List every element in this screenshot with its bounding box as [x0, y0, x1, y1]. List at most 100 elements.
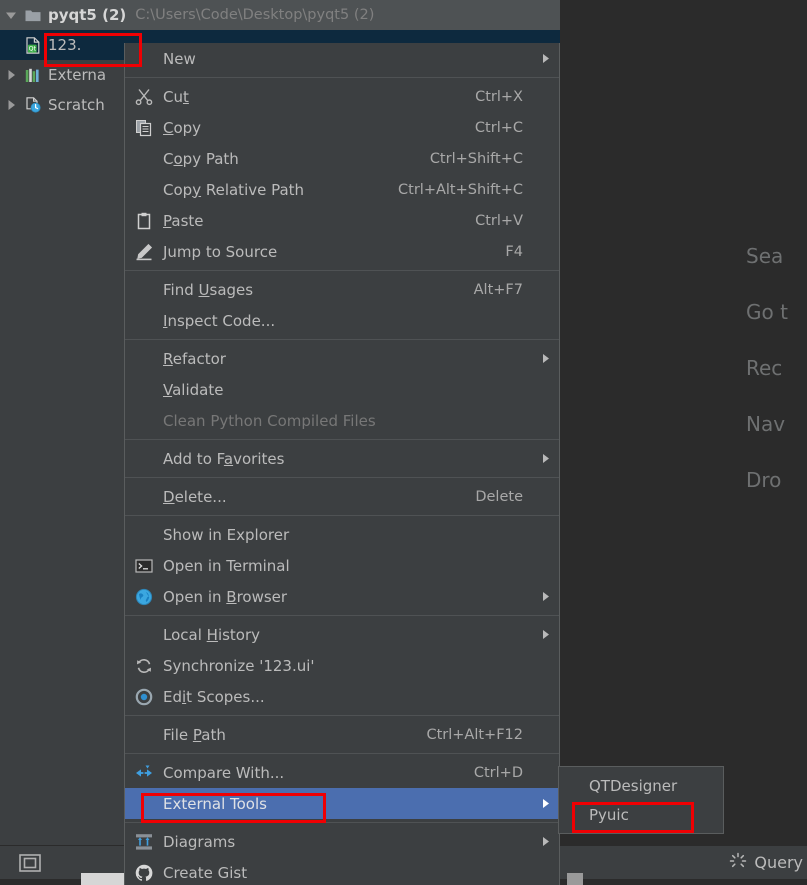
menu-item-new[interactable]: New: [125, 43, 559, 74]
layout-toggle-icon[interactable]: [0, 853, 60, 872]
bottom-tool-tab-secondary[interactable]: [567, 873, 583, 885]
menu-item-label: Diagrams: [163, 832, 236, 851]
menu-item-label: Compare With...: [163, 763, 285, 782]
menu-item-jump-to-source[interactable]: Jump to Source F4: [125, 236, 559, 267]
menu-item-find-usages[interactable]: Find Usages Alt+F7: [125, 274, 559, 305]
menu-item-shortcut: Ctrl+Shift+C: [429, 150, 523, 167]
menu-item-edit-scopes[interactable]: Edit Scopes...: [125, 681, 559, 712]
menu-item-copy-relative-path[interactable]: Copy Relative Path Ctrl+Alt+Shift+C: [125, 174, 559, 205]
tree-twisty-collapsed-icon[interactable]: [0, 99, 22, 111]
menu-item-delete[interactable]: Delete... Delete: [125, 481, 559, 512]
file-context-menu[interactable]: New Cut Ctrl+X Copy Ctrl+C Copy Path Ctrl+Shif…: [124, 43, 560, 885]
menu-item-add-to-favorites[interactable]: Add to Favorites: [125, 443, 559, 474]
menu-item-icon-none: [125, 274, 163, 305]
menu-item-label: Cut: [163, 87, 189, 106]
clipboard-icon: [125, 205, 163, 236]
menu-item-label: Open in Terminal: [163, 556, 290, 575]
menu-item-icon-none: [125, 43, 163, 74]
menu-item-icon-none: [125, 343, 163, 374]
menu-item-external-tools[interactable]: External Tools: [125, 788, 559, 819]
menu-separator: [125, 77, 559, 78]
terminal-icon: [125, 550, 163, 581]
menu-item-label: Open in Browser: [163, 587, 288, 606]
menu-item-show-in-explorer[interactable]: Show in Explorer: [125, 519, 559, 550]
menu-item-icon-none: [125, 174, 163, 205]
chevron-right-icon: [537, 629, 559, 640]
menu-item-icon-none: [125, 305, 163, 336]
menu-item-file-path[interactable]: File Path Ctrl+Alt+F12: [125, 719, 559, 750]
menu-item-diagrams[interactable]: Diagrams: [125, 826, 559, 857]
menu-item-shortcut: Ctrl+C: [474, 119, 523, 136]
menu-item-icon-none: [125, 374, 163, 405]
submenu-item-pyuic[interactable]: Pyuic: [559, 800, 723, 829]
menu-item-label: Clean Python Compiled Files: [163, 411, 376, 430]
tree-twisty-expanded-icon[interactable]: [0, 9, 22, 21]
menu-item-label: Add to Favorites: [163, 449, 285, 468]
chevron-right-icon: [537, 353, 559, 364]
menu-item-local-history[interactable]: Local History: [125, 619, 559, 650]
chevron-right-icon: [537, 453, 559, 464]
menu-item-icon-none: [125, 481, 163, 512]
editor-hint: Go t: [560, 284, 807, 340]
submenu-item-label: QTDesigner: [589, 776, 678, 795]
globe-icon: [125, 581, 163, 612]
menu-separator: [125, 515, 559, 516]
menu-item-label: Create Gist: [163, 863, 248, 882]
svg-text:Qt: Qt: [29, 45, 37, 52]
menu-item-label: Local History: [163, 625, 261, 644]
tree-twisty-collapsed-icon[interactable]: [0, 69, 22, 81]
github-icon: [125, 857, 163, 885]
status-query-indicator[interactable]: Query: [729, 852, 807, 874]
menu-item-shortcut: Ctrl+Alt+Shift+C: [398, 181, 523, 198]
menu-item-cut[interactable]: Cut Ctrl+X: [125, 81, 559, 112]
menu-item-synchronize-123-ui[interactable]: Synchronize '123.ui': [125, 650, 559, 681]
menu-item-paste[interactable]: Paste Ctrl+V: [125, 205, 559, 236]
editor-hint-list: Sea Go t Rec Nav Dro: [560, 228, 807, 508]
menu-item-label: Delete...: [163, 487, 227, 506]
menu-item-shortcut: Ctrl+X: [475, 88, 523, 105]
editor-hint-label: Rec: [746, 356, 783, 380]
menu-item-copy-path[interactable]: Copy Path Ctrl+Shift+C: [125, 143, 559, 174]
editor-hint-label: Go t: [746, 300, 788, 324]
tree-row[interactable]: pyqt5 (2) C:\Users\Code\Desktop\pyqt5 (2): [0, 0, 560, 30]
menu-item-create-gist[interactable]: Create Gist: [125, 857, 559, 885]
menu-item-icon-none: [125, 619, 163, 650]
menu-item-open-in-terminal[interactable]: Open in Terminal: [125, 550, 559, 581]
menu-item-shortcut: Delete: [475, 488, 523, 505]
menu-item-icon-none: [125, 443, 163, 474]
tree-row-label: 123.: [48, 36, 82, 54]
external-tools-submenu[interactable]: QTDesigner Pyuic: [558, 766, 724, 834]
submenu-item-qtdesigner[interactable]: QTDesigner: [559, 771, 723, 800]
menu-item-label: Show in Explorer: [163, 525, 290, 544]
menu-separator: [125, 339, 559, 340]
menu-item-icon-none: [125, 143, 163, 174]
menu-item-inspect-code[interactable]: Inspect Code...: [125, 305, 559, 336]
menu-item-compare-with[interactable]: Compare With... Ctrl+D: [125, 757, 559, 788]
menu-item-validate[interactable]: Validate: [125, 374, 559, 405]
menu-item-shortcut: Ctrl+Alt+F12: [426, 726, 523, 743]
editor-hint-label: Dro: [746, 468, 782, 492]
menu-item-refactor[interactable]: Refactor: [125, 343, 559, 374]
editor-hint: Rec: [560, 340, 807, 396]
scissors-icon: [125, 81, 163, 112]
menu-item-label: Copy: [163, 118, 202, 137]
chevron-right-icon: [537, 53, 559, 64]
menu-item-open-in-browser[interactable]: Open in Browser: [125, 581, 559, 612]
menu-item-icon-none: [125, 788, 163, 819]
menu-separator: [125, 822, 559, 823]
tree-row-label: Scratch: [48, 96, 105, 114]
menu-item-shortcut: F4: [505, 243, 523, 260]
submenu-item-label: Pyuic: [589, 805, 629, 824]
menu-item-label: Synchronize '123.ui': [163, 656, 315, 675]
menu-item-label: Jump to Source: [163, 242, 278, 261]
scratches-icon: [22, 95, 44, 115]
menu-item-label: Inspect Code...: [163, 311, 276, 330]
chevron-right-icon: [537, 591, 559, 602]
editor-hint-label: Nav: [746, 412, 786, 436]
menu-separator: [125, 477, 559, 478]
compare-icon: [125, 757, 163, 788]
menu-item-copy[interactable]: Copy Ctrl+C: [125, 112, 559, 143]
menu-item-label: Refactor: [163, 349, 226, 368]
chevron-right-icon: [537, 798, 559, 809]
folder-icon: [22, 5, 44, 25]
